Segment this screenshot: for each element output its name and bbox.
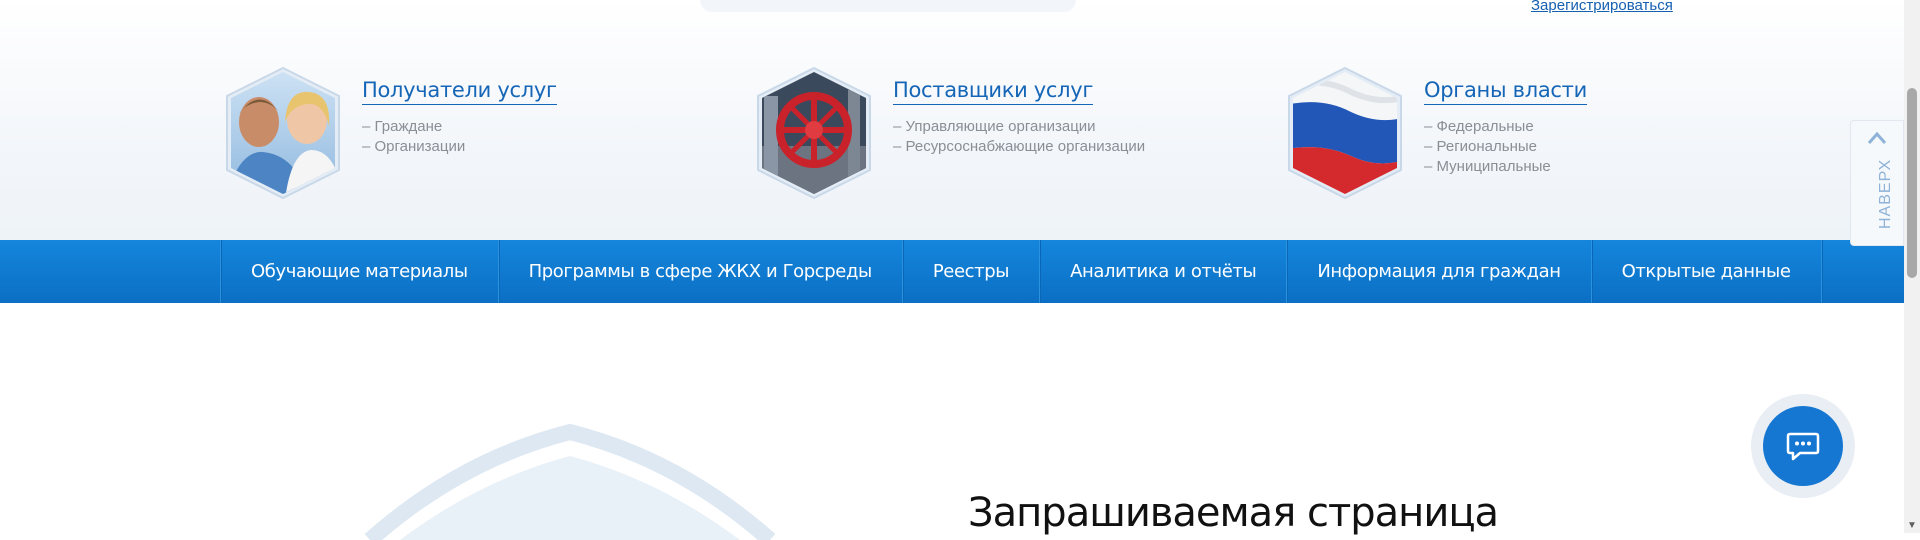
category-text: Органы власти – Федеральные – Региональн… <box>1424 78 1587 177</box>
register-link[interactable]: Зарегистрироваться <box>1531 0 1673 14</box>
nav-divider <box>1820 240 1822 303</box>
sublink-regional[interactable]: – Региональные <box>1424 137 1587 157</box>
sublink-resource-suppliers[interactable]: – Ресурсоснабжающие организации <box>893 137 1145 157</box>
people-photo-icon[interactable] <box>219 66 347 200</box>
category-sublist: – Управляющие организации – Ресурсоснабж… <box>893 117 1145 157</box>
nav-item-analytics[interactable]: Аналитика и отчёты <box>1040 240 1286 303</box>
sublink-management-companies[interactable]: – Управляющие организации <box>893 117 1145 137</box>
chevron-up-icon <box>1867 131 1887 144</box>
back-to-top-button[interactable]: НАВЕРХ <box>1850 120 1904 246</box>
nav-item-open-data[interactable]: Открытые данные <box>1592 240 1821 303</box>
nav-item-citizens-info[interactable]: Информация для граждан <box>1287 240 1590 303</box>
category-title-link[interactable]: Органы власти <box>1424 78 1587 105</box>
category-text: Получатели услуг – Граждане – Организаци… <box>362 78 557 157</box>
category-sublist: – Федеральные – Региональные – Муниципал… <box>1424 117 1587 177</box>
sublink-organizations[interactable]: – Организации <box>362 137 557 157</box>
nav-items: Обучающие материалы Программы в сфере ЖК… <box>220 240 1822 303</box>
scrollbar-thumb[interactable] <box>1907 88 1917 278</box>
category-sublist: – Граждане – Организации <box>362 117 557 157</box>
sublink-municipal[interactable]: – Муниципальные <box>1424 157 1587 177</box>
page-scrollbar[interactable]: ▼ <box>1904 0 1920 533</box>
nav-item-training[interactable]: Обучающие материалы <box>221 240 498 303</box>
error-heading: Запрашиваемая страница <box>968 490 1499 536</box>
chat-icon <box>1786 432 1820 461</box>
chat-button[interactable] <box>1763 406 1843 486</box>
search-box[interactable] <box>700 0 1076 12</box>
russian-flag-photo-icon[interactable] <box>1281 66 1409 200</box>
nav-item-registries[interactable]: Реестры <box>903 240 1039 303</box>
category-title-link[interactable]: Поставщики услуг <box>893 78 1093 105</box>
error-illustration <box>364 423 776 540</box>
main-navbar: Обучающие материалы Программы в сфере ЖК… <box>0 240 1904 303</box>
back-to-top-label: НАВЕРХ <box>1877 158 1894 229</box>
sublink-federal[interactable]: – Федеральные <box>1424 117 1587 137</box>
nav-item-programs[interactable]: Программы в сфере ЖКХ и Горсреды <box>499 240 902 303</box>
sublink-citizens[interactable]: – Граждане <box>362 117 557 137</box>
scroll-down-arrow-icon[interactable]: ▼ <box>1907 521 1917 531</box>
category-title-link[interactable]: Получатели услуг <box>362 78 557 105</box>
valve-photo-icon[interactable] <box>750 66 878 200</box>
category-text: Поставщики услуг – Управляющие организац… <box>893 78 1145 157</box>
